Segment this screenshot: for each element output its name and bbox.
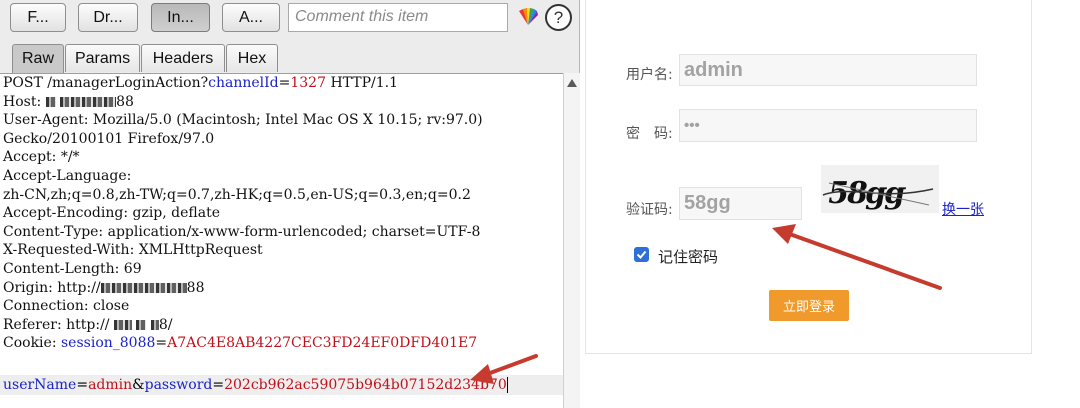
header-content-type: Content-Type: application/x-www-form-url… (3, 223, 481, 240)
query-param-key: channelId (208, 75, 279, 91)
header-cookie: Cookie: session_8088=A7AC4E8AB4227CEC3FD… (3, 335, 478, 352)
tab-raw[interactable]: Raw (12, 44, 64, 73)
query-param-value: 1327 (290, 75, 326, 91)
redacted-text (113, 319, 132, 330)
refresh-captcha-link[interactable]: 换一张 (942, 199, 984, 219)
body-param-username-key: userName (3, 377, 77, 393)
redacted-text (136, 319, 147, 330)
tab-headers[interactable]: Headers (141, 44, 225, 72)
tab-params[interactable]: Params (65, 44, 140, 72)
remember-checkbox[interactable] (634, 247, 649, 262)
help-icon[interactable]: ? (545, 4, 572, 31)
password-label: 密 码: (626, 126, 673, 142)
toolbar-button-action[interactable]: A... (222, 3, 280, 32)
header-host-label: Host: (3, 93, 42, 110)
header-origin-suffix: 88 (186, 279, 205, 296)
cookie-key: session_8088 (61, 335, 156, 352)
password-input[interactable]: ••• (679, 109, 977, 142)
raw-request-text[interactable]: POST /managerLoginAction?channelId=1327 … (0, 73, 563, 408)
login-form: 用户名: admin 密 码: ••• 验证码: 58gg 58gg 换一张 记… (585, 0, 1032, 354)
redacted-text (60, 96, 117, 107)
request-editor-pane: F... Dr... In... A... Comment this item … (0, 0, 580, 408)
header-origin-label: Origin: http:// (3, 279, 101, 296)
highlight-icon[interactable] (516, 5, 540, 29)
header-referer-label: Referer: http:// (3, 316, 110, 333)
captcha-label: 验证码: (626, 202, 673, 218)
header-x-requested-with: X-Requested-With: XMLHttpRequest (3, 242, 263, 259)
header-host: Host: 88 (0, 93, 563, 112)
header-user-agent: User-Agent: Mozilla/5.0 (Macintosh; Inte… (3, 112, 483, 129)
login-page: 用户名: admin 密 码: ••• 验证码: 58gg 58gg 换一张 记… (582, 0, 1080, 408)
header-user-agent-cont: Gecko/20100101 Firefox/97.0 (3, 130, 215, 147)
request-protocol: HTTP/1.1 (330, 75, 398, 91)
toolbar-button-drop[interactable]: Dr... (78, 3, 138, 32)
header-referer: Referer: http:// 8/ (0, 316, 563, 335)
header-content-length: Content-Length: 69 (3, 260, 142, 277)
request-method: POST (3, 75, 43, 91)
header-referer-suffix: 8/ (158, 316, 173, 333)
toolbar-button-forward[interactable]: F... (10, 3, 66, 32)
comment-input[interactable]: Comment this item (288, 3, 508, 32)
check-icon (636, 250, 647, 259)
request-path: /managerLoginAction? (47, 75, 209, 91)
redacted-text (100, 282, 187, 293)
body-param-password-value: 202cb962ac59075b964b07152d234b70 (224, 377, 507, 393)
toolbar-button-intercept[interactable]: In... (151, 3, 210, 32)
editor-scrollbar[interactable] (563, 73, 580, 408)
header-cookie-label: Cookie: (3, 335, 57, 352)
cookie-value: A7AC4E8AB4227CEC3FD24EF0DFD401E7 (167, 335, 478, 352)
header-host-suffix: 88 (116, 93, 134, 110)
scroll-up-icon[interactable] (567, 79, 577, 87)
username-label: 用户名: (626, 67, 673, 83)
header-accept-language-label: Accept-Language: (3, 167, 132, 184)
body-param-username-value: admin (88, 377, 133, 393)
redacted-text (45, 96, 56, 107)
request-body-line: userName=admin&password=202cb962ac59075b… (0, 375, 563, 395)
header-accept: Accept: */* (3, 149, 80, 166)
captcha-input[interactable]: 58gg (679, 187, 802, 220)
request-line: POST /managerLoginAction?channelId=1327 … (3, 75, 398, 91)
login-button[interactable]: 立即登录 (769, 290, 849, 321)
header-accept-encoding: Accept-Encoding: gzip, deflate (3, 205, 221, 222)
body-param-password-key: password (144, 377, 213, 393)
redacted-text (150, 319, 159, 330)
header-accept-language: zh-CN,zh;q=0.8,zh-TW;q=0.7,zh-HK;q=0.5,e… (3, 186, 471, 203)
text-caret (506, 377, 508, 393)
username-input[interactable]: admin (679, 54, 977, 86)
header-connection: Connection: close (3, 298, 130, 315)
header-origin: Origin: http:// 88 (0, 279, 563, 298)
captcha-image[interactable]: 58gg (821, 165, 939, 213)
remember-label[interactable]: 记住密码 (658, 246, 718, 267)
tab-hex[interactable]: Hex (226, 44, 278, 72)
